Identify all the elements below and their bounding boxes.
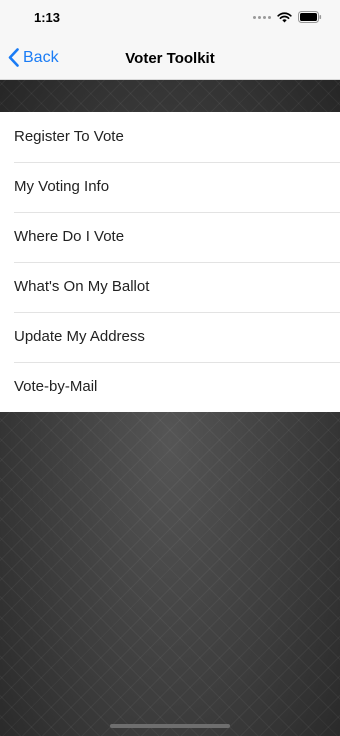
- page-title: Voter Toolkit: [125, 50, 215, 67]
- menu-item-whats-on-my-ballot[interactable]: What's On My Ballot: [0, 262, 340, 312]
- menu-item-my-voting-info[interactable]: My Voting Info: [0, 162, 340, 212]
- navigation-bar: Back Voter Toolkit: [0, 36, 340, 80]
- menu-item-register-to-vote[interactable]: Register To Vote: [0, 112, 340, 162]
- menu-item-label: My Voting Info: [14, 178, 110, 195]
- battery-icon: [298, 11, 322, 23]
- status-indicators: [253, 11, 322, 23]
- menu-item-label: Where Do I Vote: [14, 228, 125, 245]
- status-bar: 1:13: [0, 0, 340, 36]
- menu-item-label: Update My Address: [14, 328, 145, 345]
- menu-item-update-my-address[interactable]: Update My Address: [0, 312, 340, 362]
- menu-item-label: Register To Vote: [14, 128, 124, 145]
- signal-icon: [253, 15, 271, 19]
- menu-item-vote-by-mail[interactable]: Vote-by-Mail: [0, 362, 340, 412]
- menu-item-label: Vote-by-Mail: [14, 378, 98, 395]
- wifi-icon: [277, 11, 292, 23]
- menu-item-where-do-i-vote[interactable]: Where Do I Vote: [0, 212, 340, 262]
- menu-item-label: What's On My Ballot: [14, 278, 150, 295]
- status-time: 1:13: [34, 10, 61, 25]
- menu-list: Register To Vote My Voting Info Where Do…: [0, 112, 340, 412]
- home-indicator[interactable]: [110, 724, 230, 728]
